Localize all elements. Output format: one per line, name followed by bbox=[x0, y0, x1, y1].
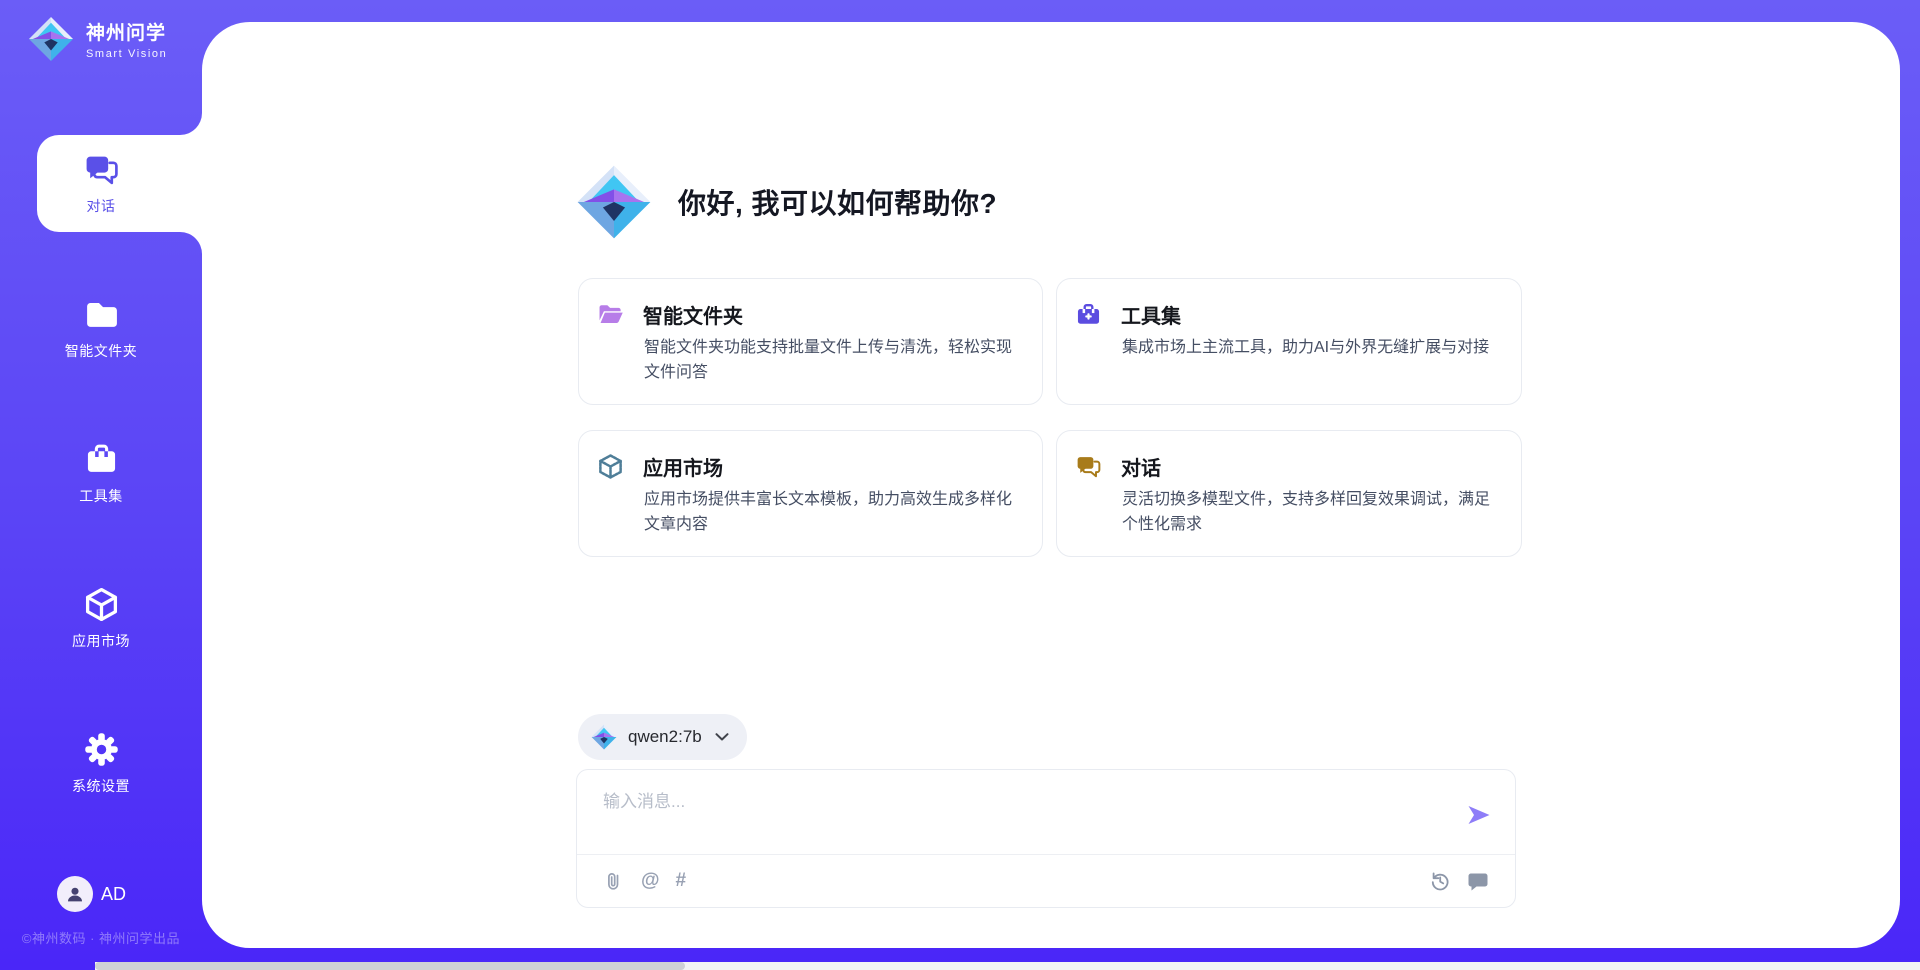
folder-open-icon bbox=[597, 301, 624, 328]
composer-toolbar: @ # bbox=[577, 855, 1515, 907]
comment-icon[interactable] bbox=[1467, 870, 1489, 892]
sidebar-item-label: 智能文件夹 bbox=[65, 341, 138, 361]
message-input[interactable] bbox=[603, 787, 1453, 847]
feature-cards: 智能文件夹 智能文件夹功能支持批量文件上传与清洗，轻松实现文件问答 工具集 集成… bbox=[578, 278, 1522, 557]
model-name: qwen2:7b bbox=[628, 727, 702, 747]
sidebar-item-label: 工具集 bbox=[79, 486, 123, 506]
toolbox-icon bbox=[1075, 301, 1102, 328]
card-description: 灵活切换多模型文件，支持多样回复效果调试，满足个性化需求 bbox=[1122, 488, 1499, 537]
brand-subtitle: Smart Vision bbox=[86, 48, 167, 60]
message-composer: @ # bbox=[576, 769, 1516, 908]
sidebar-item-label: 系统设置 bbox=[72, 776, 130, 796]
gem-logo-icon bbox=[28, 16, 74, 62]
brand-name: 神州问学 bbox=[86, 18, 167, 45]
folder-icon bbox=[83, 296, 120, 333]
hashtag-icon[interactable]: # bbox=[676, 870, 687, 892]
attachment-icon[interactable] bbox=[603, 870, 625, 892]
user-name: AD bbox=[101, 884, 126, 905]
chat-icon bbox=[1075, 453, 1102, 480]
history-icon[interactable] bbox=[1429, 870, 1451, 892]
cube-icon bbox=[597, 453, 624, 480]
card-app-market[interactable]: 应用市场 应用市场提供丰富长文本模板，助力高效生成多样化文章内容 bbox=[578, 430, 1043, 557]
horizontal-scrollbar-thumb[interactable] bbox=[95, 962, 685, 970]
card-chat[interactable]: 对话 灵活切换多模型文件，支持多样回复效果调试，满足个性化需求 bbox=[1056, 430, 1522, 557]
chevron-down-icon bbox=[715, 733, 729, 741]
sidebar-item-chat[interactable]: 对话 bbox=[0, 135, 202, 231]
card-title: 智能文件夹 bbox=[643, 300, 743, 329]
model-selector[interactable]: qwen2:7b bbox=[578, 714, 747, 760]
cube-icon bbox=[83, 586, 120, 623]
card-toolset[interactable]: 工具集 集成市场上主流工具，助力AI与外界无缝扩展与对接 bbox=[1056, 278, 1522, 405]
gear-icon bbox=[83, 731, 120, 768]
card-description: 集成市场上主流工具，助力AI与外界无缝扩展与对接 bbox=[1122, 336, 1499, 361]
person-icon bbox=[64, 883, 86, 905]
card-description: 应用市场提供丰富长文本模板，助力高效生成多样化文章内容 bbox=[644, 488, 1020, 537]
sidebar-item-settings[interactable]: 系统设置 bbox=[0, 715, 202, 811]
sidebar: 神州问学 Smart Vision 对话 智能文件夹 工具集 应用市 bbox=[0, 0, 202, 970]
sidebar-item-label: 对话 bbox=[87, 196, 116, 216]
card-title: 工具集 bbox=[1121, 300, 1181, 329]
card-title: 对话 bbox=[1121, 452, 1161, 481]
gem-hero-icon bbox=[576, 164, 652, 240]
user-account[interactable]: AD bbox=[57, 876, 126, 912]
sidebar-item-smart-folder[interactable]: 智能文件夹 bbox=[0, 280, 202, 376]
greeting-title: 你好, 我可以如何帮助你? bbox=[678, 182, 997, 222]
card-description: 智能文件夹功能支持批量文件上传与清洗，轻松实现文件问答 bbox=[644, 336, 1020, 385]
toolbox-icon bbox=[83, 441, 120, 478]
avatar[interactable] bbox=[57, 876, 93, 912]
sidebar-item-toolset[interactable]: 工具集 bbox=[0, 425, 202, 521]
mention-icon[interactable]: @ bbox=[641, 870, 660, 892]
copyright-footer: ©神州数码 · 神州问学出品 bbox=[0, 928, 202, 947]
brand-logo: 神州问学 Smart Vision bbox=[28, 16, 167, 62]
card-smart-folder[interactable]: 智能文件夹 智能文件夹功能支持批量文件上传与清洗，轻松实现文件问答 bbox=[578, 278, 1043, 405]
card-title: 应用市场 bbox=[643, 452, 723, 481]
gem-model-icon bbox=[591, 724, 617, 750]
sidebar-item-app-market[interactable]: 应用市场 bbox=[0, 570, 202, 666]
chat-icon bbox=[83, 151, 120, 188]
send-icon[interactable] bbox=[1467, 805, 1491, 825]
greeting-header: 你好, 我可以如何帮助你? bbox=[576, 164, 997, 240]
sidebar-item-label: 应用市场 bbox=[72, 631, 130, 651]
